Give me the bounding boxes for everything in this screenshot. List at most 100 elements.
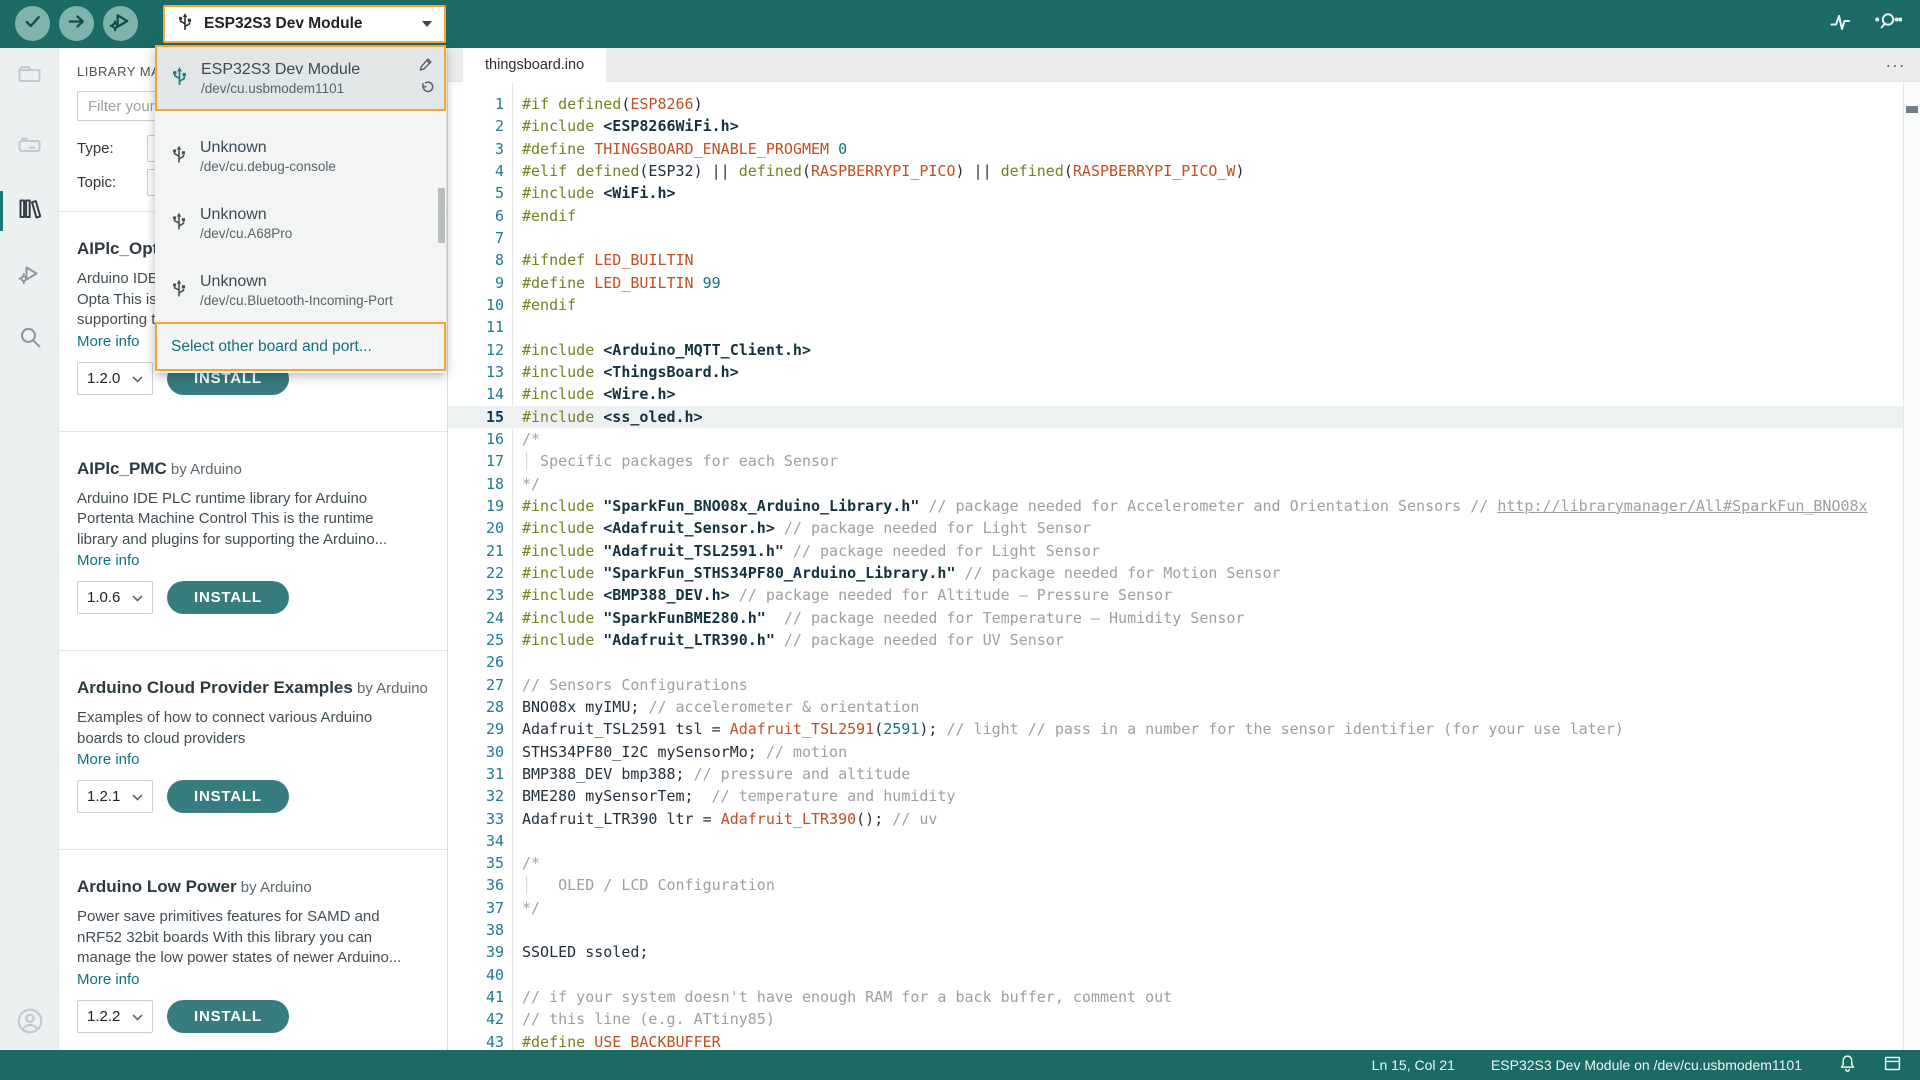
- code-line[interactable]: 39SSOLED ssoled;: [448, 941, 1903, 963]
- more-info-link[interactable]: More info: [77, 552, 140, 569]
- code-token: #include: [522, 542, 603, 560]
- line-text: #endif: [504, 205, 576, 227]
- dropdown-scrollbar[interactable]: [438, 188, 445, 243]
- code-line[interactable]: 7: [448, 227, 1903, 249]
- code-line[interactable]: 8#ifndef LED_BUILTIN: [448, 249, 1903, 271]
- code-line[interactable]: 5#include <WiFi.h>: [448, 182, 1903, 204]
- upload-button[interactable]: [59, 6, 94, 41]
- code-line[interactable]: 41// if your system doesn't have enough …: [448, 986, 1903, 1008]
- cursor-position[interactable]: Ln 15, Col 21: [1372, 1057, 1455, 1073]
- line-text: // if your system doesn't have enough RA…: [504, 986, 1172, 1008]
- code-token: SSOLED ssoled;: [522, 943, 648, 961]
- code-line[interactable]: 2#include <ESP8266WiFi.h>: [448, 115, 1903, 137]
- install-button[interactable]: INSTALL: [167, 1000, 289, 1033]
- code-line[interactable]: 6#endif: [448, 205, 1903, 227]
- code-line[interactable]: 40: [448, 964, 1903, 986]
- version-select[interactable]: 1.2.0: [77, 362, 153, 395]
- version-select[interactable]: 1.0.6: [77, 581, 153, 614]
- line-text: Adafruit_LTR390 ltr = Adafruit_LTR390();…: [504, 808, 937, 830]
- code-line[interactable]: 12#include <Arduino_MQTT_Client.h>: [448, 339, 1903, 361]
- code-line[interactable]: 17│ Specific packages for each Sensor: [448, 450, 1903, 472]
- reset-undo-icon[interactable]: [419, 80, 434, 100]
- port-text: Unknown/dev/cu.Bluetooth-Incoming-Port: [200, 273, 393, 308]
- code-line[interactable]: 4#elif defined(ESP32) || defined(RASPBER…: [448, 160, 1903, 182]
- tab-thingsboard-ino[interactable]: thingsboard.ino: [463, 48, 606, 82]
- code-line[interactable]: 38: [448, 919, 1903, 941]
- sidebar-item-search[interactable]: [0, 314, 59, 366]
- code-line[interactable]: 25#include "Adafruit_LTR390.h" // packag…: [448, 629, 1903, 651]
- line-number: 14: [448, 383, 504, 405]
- line-number: 36: [448, 874, 504, 896]
- tab-overflow-menu[interactable]: ...: [1886, 52, 1906, 72]
- code-line[interactable]: 22#include "SparkFun_STHS34PF80_Arduino_…: [448, 562, 1903, 584]
- code-line[interactable]: 23#include <BMP388_DEV.h> // package nee…: [448, 584, 1903, 606]
- code-line[interactable]: 26: [448, 651, 1903, 673]
- code-line[interactable]: 36│ OLED / LCD Configuration: [448, 874, 1903, 896]
- code-line[interactable]: 37*/: [448, 897, 1903, 919]
- sidebar-item-debugger[interactable]: [0, 250, 59, 302]
- code-line[interactable]: 20#include <Adafruit_Sensor.h> // packag…: [448, 517, 1903, 539]
- serial-monitor-icon[interactable]: [1874, 10, 1902, 39]
- debug-button[interactable]: [103, 6, 138, 41]
- code-line[interactable]: 35/*: [448, 852, 1903, 874]
- selected-board-name: ESP32S3 Dev Module: [201, 61, 360, 79]
- sidebar-item-sketchbook[interactable]: [0, 50, 59, 102]
- library-name-text: Arduino Cloud Provider Examples: [77, 678, 353, 697]
- code-line[interactable]: 3#define THINGSBOARD_ENABLE_PROGMEM 0: [448, 138, 1903, 160]
- code-line[interactable]: 13#include <ThingsBoard.h>: [448, 361, 1903, 383]
- code-line[interactable]: 33Adafruit_LTR390 ltr = Adafruit_LTR390(…: [448, 808, 1903, 830]
- line-number: 28: [448, 696, 504, 718]
- bell-icon[interactable]: [1838, 1053, 1857, 1077]
- sidebar-item-account[interactable]: [0, 997, 59, 1049]
- dropdown-item-selected[interactable]: ESP32S3 Dev Module /dev/cu.usbmodem1101: [155, 45, 446, 111]
- code-line[interactable]: 19#include "SparkFun_BNO08x_Arduino_Libr…: [448, 495, 1903, 517]
- line-number: 20: [448, 517, 504, 539]
- code-line[interactable]: 24#include "SparkFunBME280.h" // package…: [448, 607, 1903, 629]
- code-token: #include: [522, 408, 603, 426]
- more-info-link[interactable]: More info: [77, 971, 140, 988]
- code-line[interactable]: 14#include <Wire.h>: [448, 383, 1903, 405]
- panel-toggle-icon[interactable]: [1883, 1054, 1902, 1076]
- code-line[interactable]: 29Adafruit_TSL2591 tsl = Adafruit_TSL259…: [448, 718, 1903, 740]
- debug-icon: [17, 262, 42, 291]
- code-line[interactable]: 32BME280 mySensorTem; // temperature and…: [448, 785, 1903, 807]
- board-selector[interactable]: ESP32S3 Dev Module: [163, 5, 446, 43]
- code-line[interactable]: 31BMP388_DEV bmp388; // pressure and alt…: [448, 763, 1903, 785]
- code-line[interactable]: 15#include <ss_oled.h>: [448, 406, 1903, 428]
- editor-scrollbar-track[interactable]: [1903, 82, 1920, 1050]
- code-token: #include: [522, 497, 603, 515]
- editor-scrollbar-thumb[interactable]: [1906, 106, 1918, 113]
- line-text: // Sensors Configurations: [504, 674, 748, 696]
- code-line[interactable]: 18*/: [448, 473, 1903, 495]
- version-select[interactable]: 1.2.2: [77, 1000, 153, 1033]
- board-port-status[interactable]: ESP32S3 Dev Module on /dev/cu.usbmodem11…: [1491, 1057, 1802, 1073]
- more-info-link[interactable]: More info: [77, 751, 140, 768]
- code-line[interactable]: 21#include "Adafruit_TSL2591.h" // packa…: [448, 540, 1903, 562]
- verify-button[interactable]: [15, 6, 50, 41]
- install-button[interactable]: INSTALL: [167, 581, 289, 614]
- code-line[interactable]: 9#define LED_BUILTIN 99: [448, 272, 1903, 294]
- sidebar-item-library-manager[interactable]: [0, 185, 59, 237]
- more-info-link[interactable]: More info: [77, 333, 140, 350]
- code-line[interactable]: 43#define USE_BACKBUFFER: [448, 1031, 1903, 1050]
- code-line[interactable]: 27// Sensors Configurations: [448, 674, 1903, 696]
- dropdown-port-item[interactable]: Unknown/dev/cu.Bluetooth-Incoming-Port: [155, 257, 446, 324]
- code-line[interactable]: 16/*: [448, 428, 1903, 450]
- select-other-board-item[interactable]: Select other board and port...: [155, 322, 446, 371]
- edit-pencil-icon[interactable]: [418, 56, 434, 77]
- code-line[interactable]: 34: [448, 830, 1903, 852]
- version-select[interactable]: 1.2.1: [77, 780, 153, 813]
- code-line[interactable]: 28BNO08x myIMU; // accelerometer & orien…: [448, 696, 1903, 718]
- code-line[interactable]: 1#if defined(ESP8266): [448, 93, 1903, 115]
- code-line[interactable]: 10#endif: [448, 294, 1903, 316]
- code-line[interactable]: 11: [448, 316, 1903, 338]
- install-button[interactable]: INSTALL: [167, 780, 289, 813]
- dropdown-port-item[interactable]: Unknown/dev/cu.debug-console: [155, 123, 446, 190]
- port-name: Unknown: [200, 206, 292, 224]
- code-line[interactable]: 30STHS34PF80_I2C mySensorMo; // motion: [448, 741, 1903, 763]
- serial-plotter-icon[interactable]: [1828, 10, 1852, 39]
- code-line[interactable]: 42// this line (e.g. ATtiny85): [448, 1008, 1903, 1030]
- hyperlink[interactable]: http://librarymanager/All#SparkFun_BNO08…: [1497, 497, 1867, 515]
- dropdown-port-item[interactable]: Unknown/dev/cu.A68Pro: [155, 190, 446, 257]
- sidebar-item-boards-manager[interactable]: [0, 121, 59, 173]
